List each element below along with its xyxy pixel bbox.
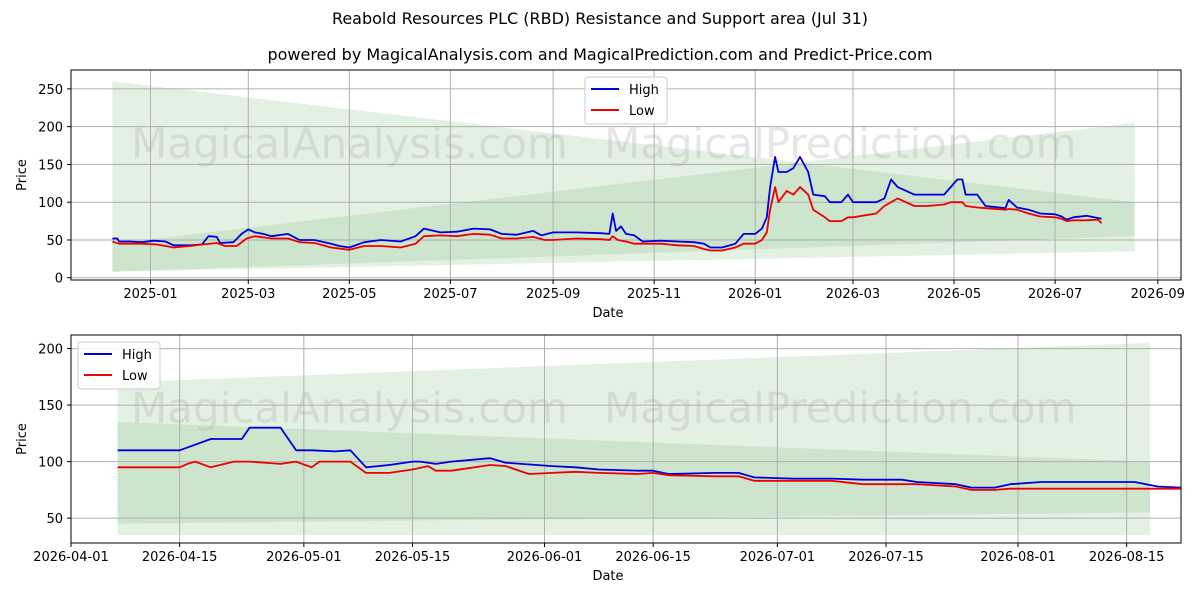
zoom-legend-label-high: High — [122, 348, 152, 363]
zoom-xtick-label: 2026-05-01 — [266, 550, 342, 565]
zoom-xtick-label: 2026-07-15 — [848, 550, 924, 565]
zoom-ytick-label: 200 — [38, 343, 63, 358]
resistance-support-chart-zoom: MagicalAnalysis.com MagicalPrediction.com… — [15, 334, 1182, 584]
zoom-xtick-label: 2026-05-15 — [375, 550, 451, 565]
zoom-xtick-label: 2026-04-01 — [33, 550, 109, 565]
zoom-xtick-label: 2026-04-15 — [142, 550, 218, 565]
zoom-ytick-label: 150 — [38, 399, 63, 414]
zoom-legend-label-low: Low — [122, 369, 148, 384]
watermark-2: MagicalPrediction.com — [604, 383, 1077, 432]
zoom-xtick-label: 2026-08-15 — [1089, 550, 1165, 565]
zoom-ytick-label: 100 — [38, 456, 63, 471]
zoom-xtick-label: 2026-06-01 — [507, 550, 583, 565]
watermark-1: MagicalAnalysis.com — [131, 383, 568, 432]
zoom-ytick-label: 50 — [46, 512, 63, 527]
zoom-y-axis-label: Price — [15, 423, 30, 455]
zoom-xtick-label: 2026-06-15 — [615, 550, 691, 565]
zoom-xtick-label: 2026-08-01 — [980, 550, 1056, 565]
zoom-x-axis-label: Date — [592, 569, 623, 584]
zoom-xtick-label: 2026-07-01 — [740, 550, 816, 565]
